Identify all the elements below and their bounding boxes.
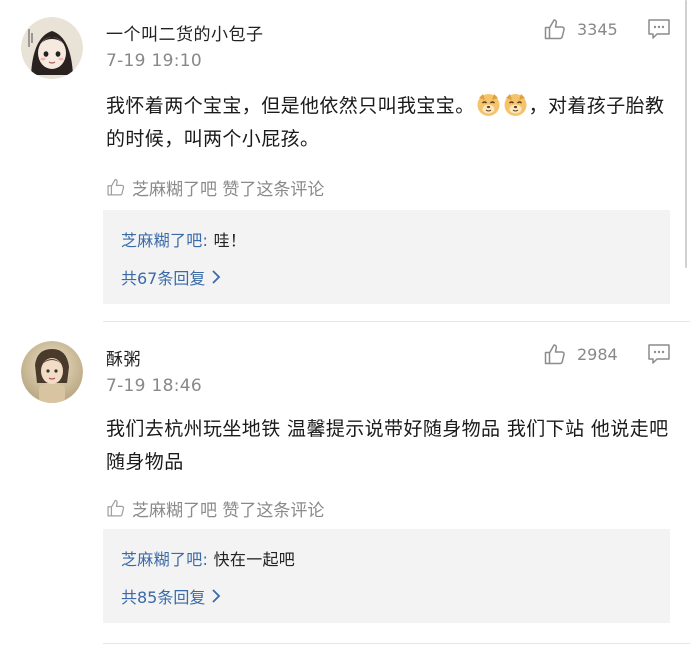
comment-text: 我们去杭州玩坐地铁 温馨提示说带好随身物品 我们下站 他说走吧随身物品: [106, 418, 669, 473]
reply-count: 共85条回复: [121, 588, 206, 607]
reply-text: 哇！: [213, 231, 247, 250]
comment-feed: 一个叫二货的小包子 7-19 19:10 3345 我怀着两个宝宝，但是他依然只…: [0, 0, 690, 645]
reply-preview: 芝麻糊了吧: 哇！: [121, 227, 246, 251]
comment-text-part: 我怀着两个宝宝，但是他依然只叫我宝宝。: [106, 95, 475, 117]
thumbs-up-icon: [543, 17, 567, 41]
like-button[interactable]: 2984: [543, 341, 618, 367]
avatar[interactable]: [21, 341, 83, 403]
timestamp: 7-19 19:10: [106, 51, 202, 71]
comment-bubble-icon[interactable]: [647, 18, 671, 40]
view-replies-link[interactable]: 共85条回复: [121, 584, 221, 608]
dog-face-emoji: [503, 92, 528, 117]
comment-item: 一个叫二货的小包子 7-19 19:10 3345 我怀着两个宝宝，但是他依然只…: [0, 0, 690, 322]
reply-author[interactable]: 芝麻糊了吧:: [121, 231, 208, 250]
comment-text: 我怀着两个宝宝，但是他依然只叫我宝宝。 ，对着孩子胎教的时候，叫两个小屁孩。: [106, 90, 672, 156]
reply-box[interactable]: 芝麻糊了吧: 快在一起吧 共85条回复: [103, 529, 670, 623]
username[interactable]: 一个叫二货的小包子: [106, 20, 264, 45]
username[interactable]: 酥粥: [106, 345, 141, 370]
divider: [103, 321, 690, 322]
dog-face-emoji: [476, 92, 501, 117]
like-count: 3345: [577, 19, 618, 39]
thumbs-up-icon: [543, 342, 567, 366]
comment-bubble-icon[interactable]: [647, 343, 671, 365]
reply-author[interactable]: 芝麻糊了吧:: [121, 550, 208, 569]
divider: [103, 643, 690, 644]
scrollbar[interactable]: [682, 0, 690, 268]
reply-preview: 芝麻糊了吧: 快在一起吧: [121, 546, 295, 570]
liked-by-text: 芝麻糊了吧 赞了这条评论: [132, 179, 325, 200]
liked-by-notice[interactable]: 芝麻糊了吧 赞了这条评论: [106, 175, 325, 200]
like-count: 2984: [577, 344, 618, 364]
chevron-right-icon: [211, 270, 221, 284]
reply-count: 共67条回复: [121, 269, 206, 288]
reply-text: 快在一起吧: [213, 550, 296, 569]
chevron-right-icon: [211, 589, 221, 603]
view-replies-link[interactable]: 共67条回复: [121, 265, 221, 289]
liked-by-notice[interactable]: 芝麻糊了吧 赞了这条评论: [106, 496, 325, 521]
thumbs-up-icon: [106, 177, 126, 197]
comment-item: 酥粥 7-19 18:46 2984 我们去杭州玩坐地铁 温馨提示说带好随身物品…: [0, 325, 690, 645]
thumbs-up-icon: [106, 498, 126, 518]
reply-box[interactable]: 芝麻糊了吧: 哇！ 共67条回复: [103, 210, 670, 304]
timestamp: 7-19 18:46: [106, 376, 202, 396]
like-button[interactable]: 3345: [543, 16, 618, 42]
liked-by-text: 芝麻糊了吧 赞了这条评论: [132, 500, 325, 521]
avatar[interactable]: [21, 17, 83, 79]
